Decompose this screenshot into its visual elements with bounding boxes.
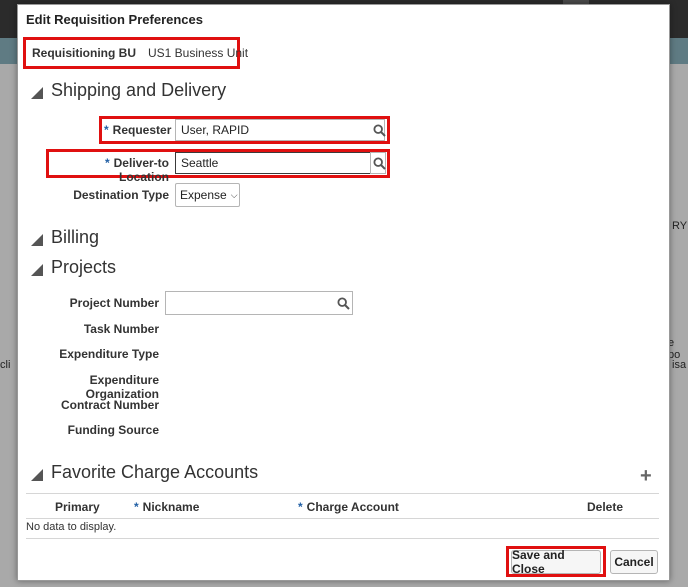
save-and-close-button[interactable]: Save and Close xyxy=(511,548,601,576)
background-text-right-1: RY xyxy=(672,220,688,232)
project-number-label: Project Number xyxy=(69,296,159,310)
column-nickname: * Nickname xyxy=(134,500,199,514)
deliver-to-location-value: Seattle xyxy=(181,156,219,170)
column-charge-account: * Charge Account xyxy=(298,500,399,514)
contract-number-label: Contract Number xyxy=(60,398,159,412)
background-text-right-3: isa xyxy=(672,359,687,371)
expenditure-type-label: Expenditure Type xyxy=(59,347,159,361)
requester-value: User, RAPID xyxy=(181,123,250,137)
background-text-left: cli xyxy=(0,359,11,371)
required-indicator: * xyxy=(104,123,109,137)
favorites-empty-message: No data to display. xyxy=(26,521,117,533)
destination-type-value: Expense xyxy=(180,188,227,202)
column-primary: Primary xyxy=(55,500,100,514)
cancel-button[interactable]: Cancel xyxy=(610,550,658,574)
deliver-to-location-label-text: Deliver-to Location xyxy=(113,156,169,184)
deliver-to-location-label: * Deliver-to Location xyxy=(52,156,169,184)
destination-type-label: Destination Type xyxy=(73,188,169,202)
billing-heading: Billing xyxy=(51,227,100,247)
requisitioning-bu-value: US1 Business Unit xyxy=(148,46,249,60)
edit-requisition-preferences-dialog: Edit Requisition Preferences Requisition… xyxy=(17,4,670,581)
funding-source-label: Funding Source xyxy=(67,423,159,437)
column-charge-account-text: Charge Account xyxy=(306,500,399,514)
shipping-delivery-section-header[interactable]: Shipping and Delivery xyxy=(31,80,226,101)
requester-label-text: Requester xyxy=(112,123,172,137)
task-number-label: Task Number xyxy=(83,322,159,336)
column-nickname-text: Nickname xyxy=(142,500,200,514)
collapse-triangle-icon xyxy=(31,468,43,481)
destination-type-select[interactable]: Expense ⌵ xyxy=(175,183,240,207)
project-number-search-icon[interactable] xyxy=(334,294,352,312)
collapse-triangle-icon xyxy=(31,263,43,276)
project-number-input[interactable] xyxy=(165,291,353,315)
requisitioning-bu-label: Requisitioning BU xyxy=(32,46,136,60)
favorite-charge-accounts-section-header[interactable]: Favorite Charge Accounts xyxy=(31,462,258,483)
collapse-triangle-icon xyxy=(31,86,43,99)
projects-section-header[interactable]: Projects xyxy=(31,257,116,278)
favorites-table-header: Primary * Nickname * Charge Account Delete xyxy=(26,493,659,519)
deliver-to-location-input[interactable]: Seattle xyxy=(175,152,371,174)
billing-section-header[interactable]: Billing xyxy=(31,227,99,248)
required-indicator: * xyxy=(104,156,110,170)
requester-search-icon[interactable] xyxy=(370,121,388,139)
column-delete: Delete xyxy=(587,500,624,514)
background-text-right-2: e po xyxy=(668,337,681,361)
shipping-delivery-heading: Shipping and Delivery xyxy=(51,80,227,100)
required-indicator: * xyxy=(134,500,139,514)
requester-input[interactable]: User, RAPID xyxy=(175,119,385,141)
requester-label: * Requester xyxy=(104,123,172,137)
collapse-triangle-icon xyxy=(31,233,43,246)
requisitioning-bu-row: Requisitioning BU US1 Business Unit xyxy=(32,46,248,60)
expenditure-organization-label: Expenditure Organization xyxy=(85,373,159,401)
favorites-table-bottom-border xyxy=(26,538,659,539)
dialog-title: Edit Requisition Preferences xyxy=(26,12,203,27)
projects-heading: Projects xyxy=(51,257,117,277)
deliver-to-location-search-icon[interactable] xyxy=(370,154,388,172)
favorite-charge-accounts-heading: Favorite Charge Accounts xyxy=(51,462,259,482)
required-indicator: * xyxy=(298,500,303,514)
add-plus-icon[interactable]: + xyxy=(640,465,652,488)
chevron-down-icon: ⌵ xyxy=(230,189,238,200)
